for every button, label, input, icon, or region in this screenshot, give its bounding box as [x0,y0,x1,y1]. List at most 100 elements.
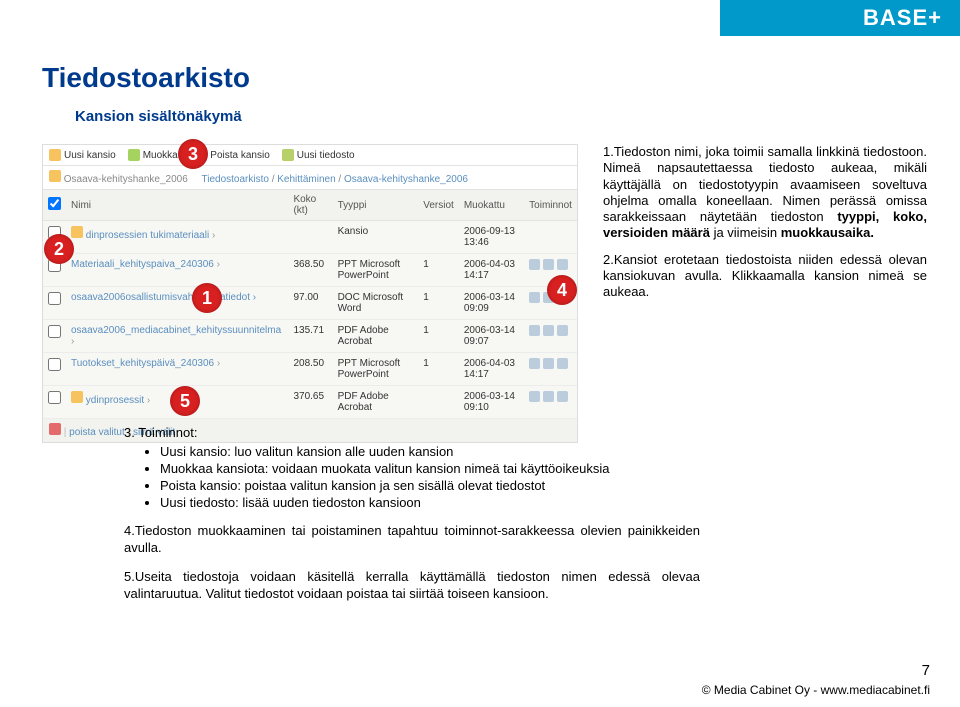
side-para-2: 2.Kansiot erotetaan tiedostoista niiden … [603,252,927,301]
bullet: Uusi tiedosto: lisää uuden tiedoston kan… [160,495,700,512]
action-icon[interactable] [557,259,568,270]
action-icon[interactable] [543,259,554,270]
cell-versions [418,386,459,419]
cell-modified: 2006-04-03 14:17 [459,254,524,287]
cell-name[interactable]: Materiaali_kehityspaiva_240306 › [66,254,288,287]
col-modified: Muokattu [459,190,524,221]
row-checkbox[interactable] [48,391,61,404]
cell-versions: 1 [418,320,459,353]
cell-size [288,221,332,254]
page-title: Tiedostoarkisto [42,62,250,94]
marker-5: 5 [170,386,200,416]
cell-type: PPT Microsoft PowerPoint [333,254,419,287]
cell-size: 208.50 [288,353,332,386]
table-row: dinprosessien tukimateriaali ›Kansio2006… [43,221,577,254]
cell-actions [524,320,577,353]
row-checkbox[interactable] [48,358,61,371]
cell-type: PDF Adobe Acrobat [333,320,419,353]
folder-icon [71,391,83,403]
screenshot-panel: Uusi kansio Muokkaa Poista kansio Uusi t… [42,144,578,443]
new-file-button[interactable]: Uusi tiedosto [282,149,355,161]
brand-header: BASE+ [720,0,960,36]
bullet: Poista kansio: poistaa valitun kansion j… [160,478,700,495]
cell-actions [524,353,577,386]
cell-name[interactable]: osaava2006_mediacabinet_kehityssuunnitel… [66,320,288,353]
item4: 4.Tiedoston muokkaaminen tai poistaminen… [124,523,700,557]
col-size: Koko (kt) [288,190,332,221]
cell-modified: 2006-03-14 09:07 [459,320,524,353]
below-text: 3. Toiminnot: Uusi kansio: luo valitun k… [124,425,700,615]
row-checkbox[interactable] [48,292,61,305]
breadcrumb: Osaava-kehityshanke_2006 Tiedostoarkisto… [43,166,577,190]
t: ja viimeisin [710,225,781,240]
page-number: 7 [922,662,930,679]
action-icon[interactable] [543,325,554,336]
action-icon[interactable] [529,325,540,336]
edit-button[interactable]: Muokkaa [128,149,184,161]
new-file-label: Uusi tiedosto [297,150,355,161]
action-icon[interactable] [543,358,554,369]
side-para-1: 1.Tiedoston nimi, joka toimii samalla li… [603,144,927,242]
logo: BASE+ [863,5,942,31]
cell-modified: 2006-04-03 14:17 [459,353,524,386]
table-row: ydinprosessit ›370.65PDF Adobe Acrobat20… [43,386,577,419]
t: muokkausaika. [781,225,874,240]
edit-icon [128,149,140,161]
cell-size: 368.50 [288,254,332,287]
cell-size: 97.00 [288,287,332,320]
new-folder-label: Uusi kansio [64,150,116,161]
action-icon[interactable] [529,259,540,270]
action-icon[interactable] [529,292,540,303]
new-folder-button[interactable]: Uusi kansio [49,149,116,161]
action-icon[interactable] [557,325,568,336]
cell-type: Kansio [333,221,419,254]
row-checkbox[interactable] [48,325,61,338]
table-row: osaava2006_mediacabinet_kehityssuunnitel… [43,320,577,353]
col-versions: Versiot [418,190,459,221]
cell-versions: 1 [418,287,459,320]
select-all-checkbox[interactable] [48,197,61,210]
cell-actions [524,221,577,254]
action-icon[interactable] [557,358,568,369]
folder-icon [49,170,61,182]
folder-icon [49,149,61,161]
table-row: Tuotokset_kehityspäivä_240306 ›208.50PPT… [43,353,577,386]
col-actions: Toiminnot [524,190,577,221]
action-icon[interactable] [557,391,568,402]
cell-name[interactable]: osaava2006osallistumisvahv austatiedot › [66,287,288,320]
cell-versions [418,221,459,254]
bullet: Uusi kansio: luo valitun kansion alle uu… [160,444,700,461]
cell-type: DOC Microsoft Word [333,287,419,320]
cell-modified: 2006-03-14 09:10 [459,386,524,419]
toolbar: Uusi kansio Muokkaa Poista kansio Uusi t… [43,145,577,166]
cell-type: PPT Microsoft PowerPoint [333,353,419,386]
cell-modified: 2006-03-14 09:09 [459,287,524,320]
cell-name[interactable]: dinprosessien tukimateriaali › [66,221,288,254]
table-row: osaava2006osallistumisvahv austatiedot ›… [43,287,577,320]
delete-icon [49,423,61,435]
col-name: Nimi [66,190,288,221]
cell-type: PDF Adobe Acrobat [333,386,419,419]
action-icon[interactable] [543,391,554,402]
item5: 5.Useita tiedostoja voidaan käsitellä ke… [124,569,700,603]
side-text: 1.Tiedoston nimi, joka toimii samalla li… [603,144,927,310]
breadcrumb-link[interactable]: Tiedostoarkisto [201,174,268,185]
folder-icon [71,226,83,238]
breadcrumb-link[interactable]: Kehittäminen [277,174,335,185]
delete-selected-link[interactable]: poista valitut [64,427,125,438]
cell-actions [524,386,577,419]
cell-name[interactable]: Tuotokset_kehityspäivä_240306 › [66,353,288,386]
breadcrumb-folder: Osaava-kehityshanke_2006 [64,174,188,185]
marker-4: 4 [547,275,577,305]
action-icon[interactable] [529,391,540,402]
new-file-icon [282,149,294,161]
cell-size: 135.71 [288,320,332,353]
cell-size: 370.65 [288,386,332,419]
action-icon[interactable] [529,358,540,369]
marker-1: 1 [192,283,222,313]
delete-folder-label: Poista kansio [210,150,269,161]
marker-3: 3 [178,139,208,169]
breadcrumb-link[interactable]: Osaava-kehityshanke_2006 [344,174,468,185]
page-subtitle: Kansion sisältönäkymä [75,108,242,125]
item3-head: 3. Toiminnot: [124,425,700,442]
